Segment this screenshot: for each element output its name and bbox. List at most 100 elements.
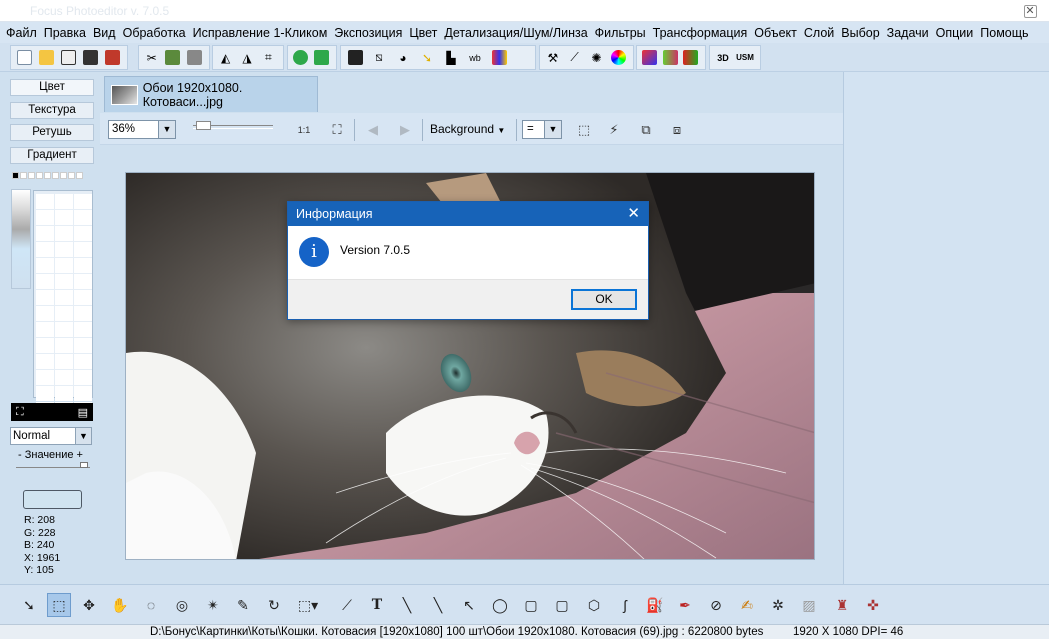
back-icon[interactable]: ◀ [362, 120, 384, 140]
fullscreen-icon[interactable]: ⛶ [16, 406, 24, 419]
palette-icon[interactable] [661, 48, 680, 68]
move-icon[interactable]: ✥ [77, 593, 101, 617]
copy-icon[interactable] [163, 48, 182, 68]
window-close-button[interactable]: ✕ [1017, 0, 1043, 22]
menu-transform[interactable]: Трансформация [653, 26, 748, 40]
expand-selection-icon[interactable]: ⧉ [635, 120, 657, 140]
auto-fix-icon[interactable] [291, 48, 310, 68]
no-noise-icon[interactable]: ⧅ [368, 48, 390, 68]
menu-filters[interactable]: Фильтры [595, 26, 646, 40]
paste-icon[interactable] [185, 48, 204, 68]
rotate-right-icon[interactable]: ◮ [237, 48, 256, 68]
compare-select[interactable]: = ▼ [522, 120, 562, 139]
close-icon[interactable]: ✕ [627, 202, 640, 226]
menu-help[interactable]: Помощь [980, 26, 1028, 40]
retouch-icon[interactable]: ✜ [861, 593, 885, 617]
freehand-select-icon[interactable]: ✎ [231, 593, 255, 617]
arrow-icon[interactable]: ↖ [457, 593, 481, 617]
menu-detail-noise-lens[interactable]: Детализация/Шум/Линза [444, 26, 587, 40]
slider-knob[interactable] [80, 462, 88, 468]
levels-icon[interactable] [344, 48, 366, 68]
zoom-fit-button[interactable]: ⛶ [326, 120, 348, 140]
value-slider[interactable] [16, 462, 90, 468]
ok-button[interactable]: OK [571, 289, 637, 310]
zoom-select[interactable]: 36% ▼ [108, 120, 176, 139]
recent-swatches[interactable] [12, 172, 92, 180]
menu-edit[interactable]: Правка [44, 26, 86, 40]
tab-color[interactable]: Цвет [10, 79, 94, 96]
tab-gradient[interactable]: Градиент [10, 147, 94, 164]
save-icon[interactable] [102, 48, 122, 68]
rect-select-icon[interactable]: ⬚ [47, 593, 71, 617]
menu-exposure[interactable]: Экспозиция [334, 26, 402, 40]
histogram-icon[interactable]: ▙ [440, 48, 462, 68]
menu-tasks[interactable]: Задачи [887, 26, 929, 40]
scan-icon[interactable] [58, 48, 78, 68]
ellipse-icon[interactable]: ◯ [488, 593, 512, 617]
fill-icon[interactable]: ⛽ [643, 593, 667, 617]
lasso-icon[interactable]: ◌ [139, 593, 163, 617]
tab-texture[interactable]: Текстура [10, 102, 94, 119]
save-as-icon[interactable] [80, 48, 100, 68]
light-icon[interactable]: ➘ [416, 48, 438, 68]
brush-line-icon[interactable]: ╲ [395, 593, 419, 617]
color-strip[interactable] [11, 189, 31, 289]
palette-grid[interactable] [33, 190, 93, 417]
color-wheel-icon[interactable] [608, 48, 628, 68]
menu-color[interactable]: Цвет [409, 26, 437, 40]
zoom-slider[interactable] [193, 121, 273, 130]
stamp-icon[interactable]: ♜ [830, 593, 854, 617]
usm-icon[interactable]: USM [735, 48, 755, 68]
magic-wand-icon[interactable]: ✴ [201, 593, 225, 617]
cut-icon[interactable]: ✂ [142, 48, 161, 68]
paint-brush-icon[interactable]: ✍ [735, 593, 759, 617]
menu-file[interactable]: Файл [6, 26, 37, 40]
hand-icon[interactable]: ✋ [108, 593, 132, 617]
menu-object[interactable]: Объект [754, 26, 797, 40]
forward-icon[interactable]: ▶ [394, 120, 416, 140]
eraser-icon[interactable]: ▨ [797, 593, 821, 617]
zoom-reset-button[interactable]: 1:1 [293, 120, 315, 140]
menu-icon[interactable]: ▤ [78, 406, 88, 419]
document-tab[interactable]: Обои 1920x1080. Котоваси...jpg [104, 76, 318, 112]
auto-contrast-icon[interactable] [312, 48, 331, 68]
zoom-slider-knob[interactable] [196, 121, 211, 130]
line-icon[interactable]: ╲ [426, 593, 450, 617]
hexagon-icon[interactable]: ⬡ [582, 593, 606, 617]
exposure-icon[interactable]: ◕ [392, 48, 414, 68]
white-balance-icon[interactable]: wb [464, 48, 486, 68]
rotate-select-icon[interactable]: ↻ [262, 593, 286, 617]
pen-icon[interactable]: ✒ [673, 593, 697, 617]
pointer-icon[interactable]: ➘ [17, 593, 41, 617]
curve-icon[interactable]: ʃ [613, 593, 637, 617]
menu-process[interactable]: Обработка [123, 26, 186, 40]
menu-view[interactable]: Вид [93, 26, 116, 40]
crop-icon[interactable]: ⌗ [259, 48, 278, 68]
menu-options[interactable]: Опции [936, 26, 974, 40]
three-d-icon[interactable]: 3D [713, 48, 733, 68]
color-bars-icon[interactable] [488, 48, 510, 68]
shrink-selection-icon[interactable]: ⧈ [666, 120, 688, 140]
select-all-icon[interactable]: ⬚ [573, 120, 595, 140]
new-icon[interactable] [14, 48, 34, 68]
eyedropper-icon[interactable]: ⟋ [335, 593, 359, 617]
menu-one-click-fix[interactable]: Исправление 1-Кликом [193, 26, 328, 40]
brush-icon[interactable]: ⟋ [565, 48, 585, 68]
menu-select[interactable]: Выбор [841, 26, 879, 40]
magic-select-icon[interactable]: ⚡ [603, 120, 625, 140]
menu-layer[interactable]: Слой [804, 26, 834, 40]
text-icon[interactable]: T [365, 593, 389, 617]
open-icon[interactable] [36, 48, 56, 68]
no-entry-icon[interactable]: ⊘ [704, 593, 728, 617]
rotate-left-icon[interactable]: ◭ [216, 48, 235, 68]
background-select[interactable]: Background ▼ [430, 122, 505, 136]
sparkle-icon[interactable]: ✺ [587, 48, 607, 68]
hue-icon[interactable]: ⚒ [543, 48, 563, 68]
tab-retouch[interactable]: Ретушь [10, 124, 94, 141]
gradient-icon[interactable] [640, 48, 659, 68]
rounded-rect-icon[interactable]: ▢ [550, 593, 574, 617]
blend-mode-select[interactable]: Normal ▼ [10, 427, 92, 445]
clone-icon[interactable]: ✲ [766, 593, 790, 617]
select-dropdown-icon[interactable]: ⬚▾ [296, 593, 320, 617]
rect-icon[interactable]: ▢ [519, 593, 543, 617]
